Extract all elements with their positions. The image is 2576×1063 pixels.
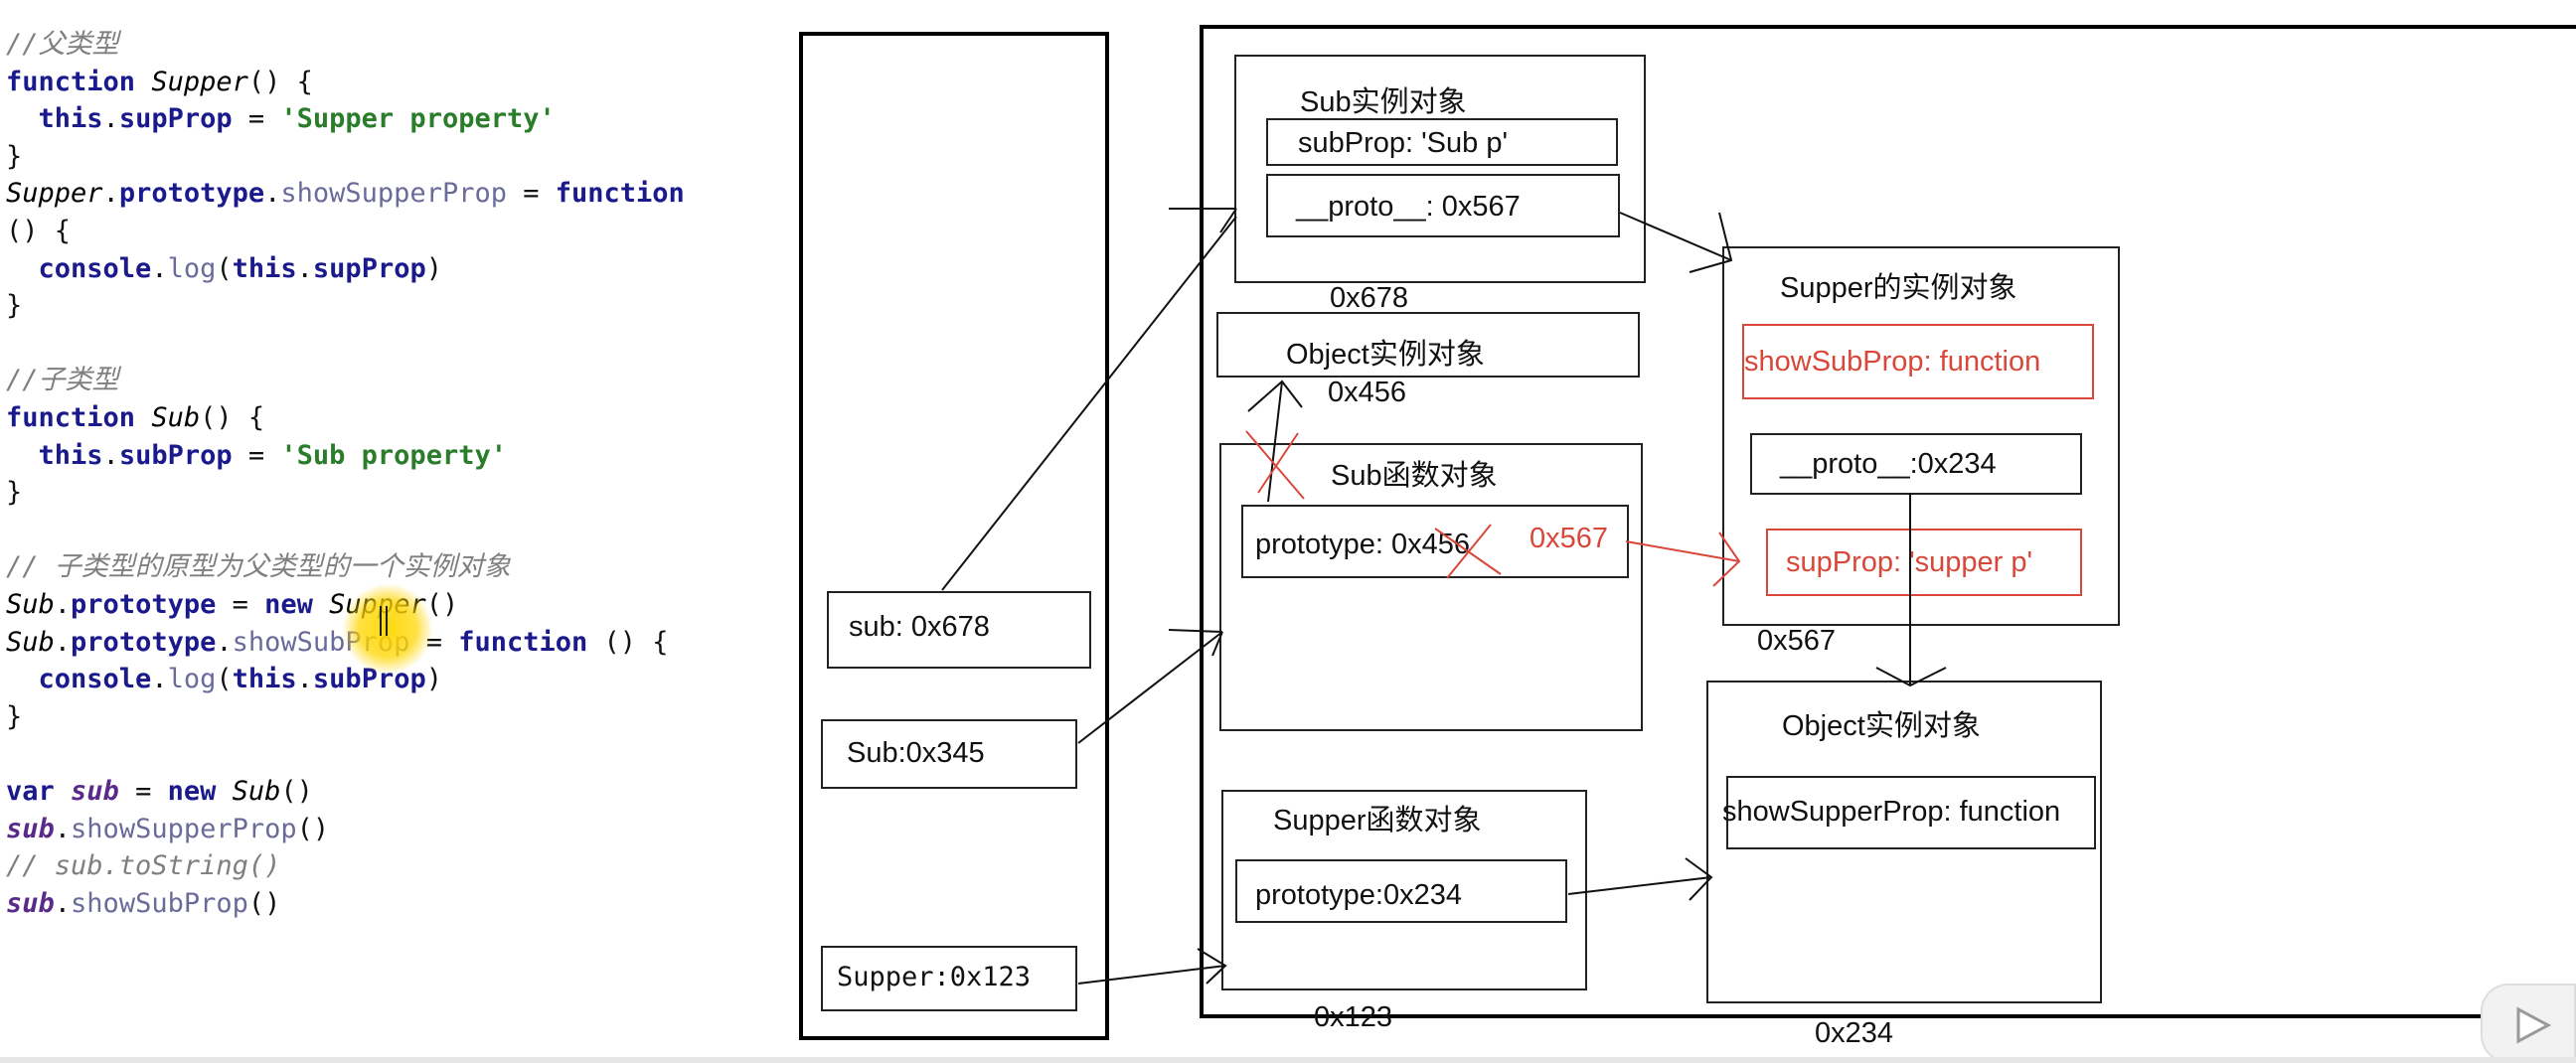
arrow-supper-prototype-to-object [1567,876,1712,895]
arrowhead-old-prototype [1247,380,1303,412]
cross-mark-prototype [1434,524,1502,579]
arrowhead-supper-instance [1689,212,1733,273]
arrow-supper-ctor-to-function [1077,965,1226,985]
reference-arrows [941,208,1947,985]
arrow-new-prototype [1625,540,1740,562]
arrow-sub-ctor-to-function [1077,631,1223,744]
arrow-sub-to-instance [941,216,1237,591]
arrow-old-prototype [1267,380,1283,503]
play-icon [2516,1006,2552,1044]
play-button[interactable] [2481,984,2576,1063]
arrow-proto-to-supper-instance [1619,212,1732,261]
bottom-bar [0,1057,2576,1063]
